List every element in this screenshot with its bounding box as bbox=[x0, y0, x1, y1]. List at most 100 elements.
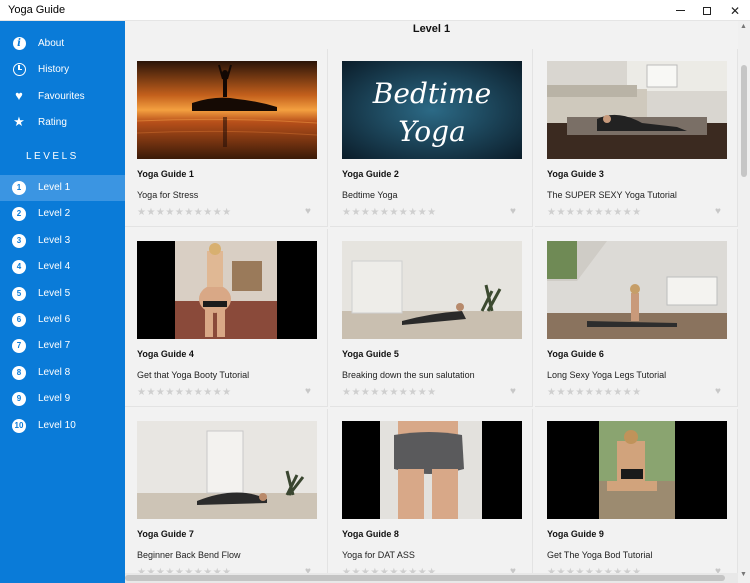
level-label: Level 9 bbox=[38, 393, 71, 404]
heart-icon: ♥ bbox=[15, 88, 23, 103]
favourite-heart-icon[interactable]: ♥ bbox=[715, 206, 721, 217]
card-subtitle: Beginner Back Bend Flow bbox=[137, 550, 241, 560]
levels-header: LEVELS bbox=[26, 151, 79, 162]
video-card-7[interactable]: Yoga Guide 7 Beginner Back Bend Flow ★★★… bbox=[125, 409, 328, 583]
rating-stars[interactable]: ★★★★★★★★★★ bbox=[137, 387, 232, 398]
card-subtitle: Get The Yoga Bod Tutorial bbox=[547, 550, 653, 560]
level-label: Level 10 bbox=[38, 420, 76, 431]
sidebar-item-rating[interactable]: ★ Rating bbox=[0, 109, 125, 135]
thumbnail-shorts-closeup bbox=[342, 421, 522, 519]
thumbnail-bedtime-yoga: Bedtime Yoga bbox=[342, 61, 522, 159]
level-number-icon: 10 bbox=[12, 419, 26, 433]
page-title: Level 1 bbox=[412, 23, 451, 35]
scrollbar-thumb-horizontal[interactable] bbox=[125, 575, 725, 581]
card-title: Yoga Guide 3 bbox=[547, 169, 604, 179]
card-subtitle: Yoga for Stress bbox=[137, 190, 199, 200]
main-content: Level 1 Yoga Guide 1 Yoga for Stress ★★★… bbox=[125, 21, 738, 583]
close-button[interactable]: ✕ bbox=[720, 0, 750, 21]
video-card-2[interactable]: Bedtime Yoga Yoga Guide 2 Bedtime Yoga ★… bbox=[330, 49, 533, 227]
horizontal-scrollbar[interactable] bbox=[125, 573, 738, 583]
maximize-icon bbox=[703, 6, 711, 15]
level-number-icon: 5 bbox=[12, 287, 26, 301]
card-subtitle: Long Sexy Yoga Legs Tutorial bbox=[547, 370, 667, 380]
vertical-scrollbar[interactable]: ▲ ▼ bbox=[738, 21, 750, 583]
sidebar-item-level-6[interactable]: 6 Level 6 bbox=[0, 307, 125, 333]
sidebar-item-level-9[interactable]: 9 Level 9 bbox=[0, 386, 125, 412]
video-card-4[interactable]: Yoga Guide 4 Get that Yoga Booty Tutoria… bbox=[125, 229, 328, 407]
level-number-icon: 9 bbox=[12, 392, 26, 406]
rating-stars[interactable]: ★★★★★★★★★★ bbox=[342, 207, 437, 218]
favourite-heart-icon[interactable]: ♥ bbox=[305, 206, 311, 217]
scrollbar-thumb[interactable] bbox=[741, 65, 747, 177]
sidebar-item-label: History bbox=[38, 63, 70, 75]
thumb-text-bedtime: Bedtime bbox=[372, 77, 491, 110]
sidebar-item-about[interactable]: i About bbox=[0, 30, 125, 56]
thumbnail-living-room-stretch bbox=[547, 61, 727, 159]
level-number-icon: 7 bbox=[12, 339, 26, 353]
level-number-icon: 2 bbox=[12, 207, 26, 221]
card-subtitle: The SUPER SEXY Yoga Tutorial bbox=[547, 190, 677, 200]
video-card-9[interactable]: Yoga Guide 9 Get The Yoga Bod Tutorial ★… bbox=[535, 409, 738, 583]
thumbnail-bedroom-splits bbox=[547, 241, 727, 339]
title-bar: Yoga Guide ✕ bbox=[0, 0, 750, 21]
level-label: Level 7 bbox=[38, 340, 71, 351]
sidebar-item-level-3[interactable]: 3 Level 3 bbox=[0, 228, 125, 254]
sidebar-item-level-10[interactable]: 10 Level 10 bbox=[0, 413, 125, 439]
thumbnail-booty-mirror bbox=[137, 241, 317, 339]
video-card-8[interactable]: Yoga Guide 8 Yoga for DAT ASS ★★★★★★★★★★… bbox=[330, 409, 533, 583]
card-subtitle: Bedtime Yoga bbox=[342, 190, 398, 200]
level-number-icon: 1 bbox=[12, 181, 26, 195]
rating-stars[interactable]: ★★★★★★★★★★ bbox=[547, 207, 642, 218]
sidebar-item-level-8[interactable]: 8 Level 8 bbox=[0, 360, 125, 386]
sidebar-item-level-1[interactable]: 1 Level 1 bbox=[0, 175, 125, 201]
thumbnail-floor-stretch bbox=[342, 241, 522, 339]
sidebar-item-level-4[interactable]: 4 Level 4 bbox=[0, 254, 125, 280]
video-card-5[interactable]: Yoga Guide 5 Breaking down the sun salut… bbox=[330, 229, 533, 407]
sidebar-item-label: Favourites bbox=[38, 90, 85, 102]
clock-icon bbox=[12, 62, 26, 76]
close-icon: ✕ bbox=[729, 3, 741, 18]
level-label: Level 6 bbox=[38, 314, 71, 325]
sidebar-item-favourites[interactable]: ♥ Favourites bbox=[0, 83, 125, 109]
card-subtitle: Yoga for DAT ASS bbox=[342, 550, 415, 560]
sidebar-item-label: Rating bbox=[38, 116, 67, 128]
level-number-icon: 3 bbox=[12, 234, 26, 248]
rating-stars[interactable]: ★★★★★★★★★★ bbox=[547, 387, 642, 398]
favourite-heart-icon[interactable]: ♥ bbox=[510, 206, 516, 217]
sidebar-item-level-2[interactable]: 2 Level 2 bbox=[0, 201, 125, 227]
favourite-heart-icon[interactable]: ♥ bbox=[305, 386, 311, 397]
sidebar-item-level-5[interactable]: 5 Level 5 bbox=[0, 281, 125, 307]
maximize-button[interactable] bbox=[692, 0, 722, 21]
sidebar-item-history[interactable]: History bbox=[0, 56, 125, 82]
level-label: Level 5 bbox=[38, 288, 71, 299]
card-title: Yoga Guide 6 bbox=[547, 349, 604, 359]
info-icon: i bbox=[12, 36, 26, 50]
sidebar-item-level-7[interactable]: 7 Level 7 bbox=[0, 333, 125, 359]
card-title: Yoga Guide 8 bbox=[342, 529, 399, 539]
sidebar-item-label: About bbox=[38, 37, 65, 49]
card-title: Yoga Guide 2 bbox=[342, 169, 399, 179]
video-card-6[interactable]: Yoga Guide 6 Long Sexy Yoga Legs Tutoria… bbox=[535, 229, 738, 407]
card-subtitle: Get that Yoga Booty Tutorial bbox=[137, 370, 250, 380]
sidebar: i About History ♥ Favourites ★ Rating LE… bbox=[0, 21, 125, 583]
minimize-button[interactable] bbox=[665, 0, 695, 21]
level-label: Level 2 bbox=[38, 208, 71, 219]
scroll-up-icon[interactable]: ▲ bbox=[740, 23, 747, 30]
level-number-icon: 6 bbox=[12, 313, 26, 327]
scroll-down-icon[interactable]: ▼ bbox=[740, 571, 747, 578]
card-title: Yoga Guide 1 bbox=[137, 169, 194, 179]
favourite-heart-icon[interactable]: ♥ bbox=[510, 386, 516, 397]
level-label: Level 8 bbox=[38, 367, 71, 378]
thumbnail-garden-pose bbox=[547, 421, 727, 519]
favourite-heart-icon[interactable]: ♥ bbox=[715, 386, 721, 397]
video-card-1[interactable]: Yoga Guide 1 Yoga for Stress ★★★★★★★★★★ … bbox=[125, 49, 328, 227]
rating-stars[interactable]: ★★★★★★★★★★ bbox=[137, 207, 232, 218]
card-title: Yoga Guide 5 bbox=[342, 349, 399, 359]
video-card-3[interactable]: Yoga Guide 3 The SUPER SEXY Yoga Tutoria… bbox=[535, 49, 738, 227]
rating-stars[interactable]: ★★★★★★★★★★ bbox=[342, 387, 437, 398]
level-label: Level 1 bbox=[38, 182, 71, 193]
card-title: Yoga Guide 9 bbox=[547, 529, 604, 539]
level-label: Level 3 bbox=[38, 235, 71, 246]
level-number-icon: 4 bbox=[12, 260, 26, 274]
card-subtitle: Breaking down the sun salutation bbox=[342, 370, 475, 380]
